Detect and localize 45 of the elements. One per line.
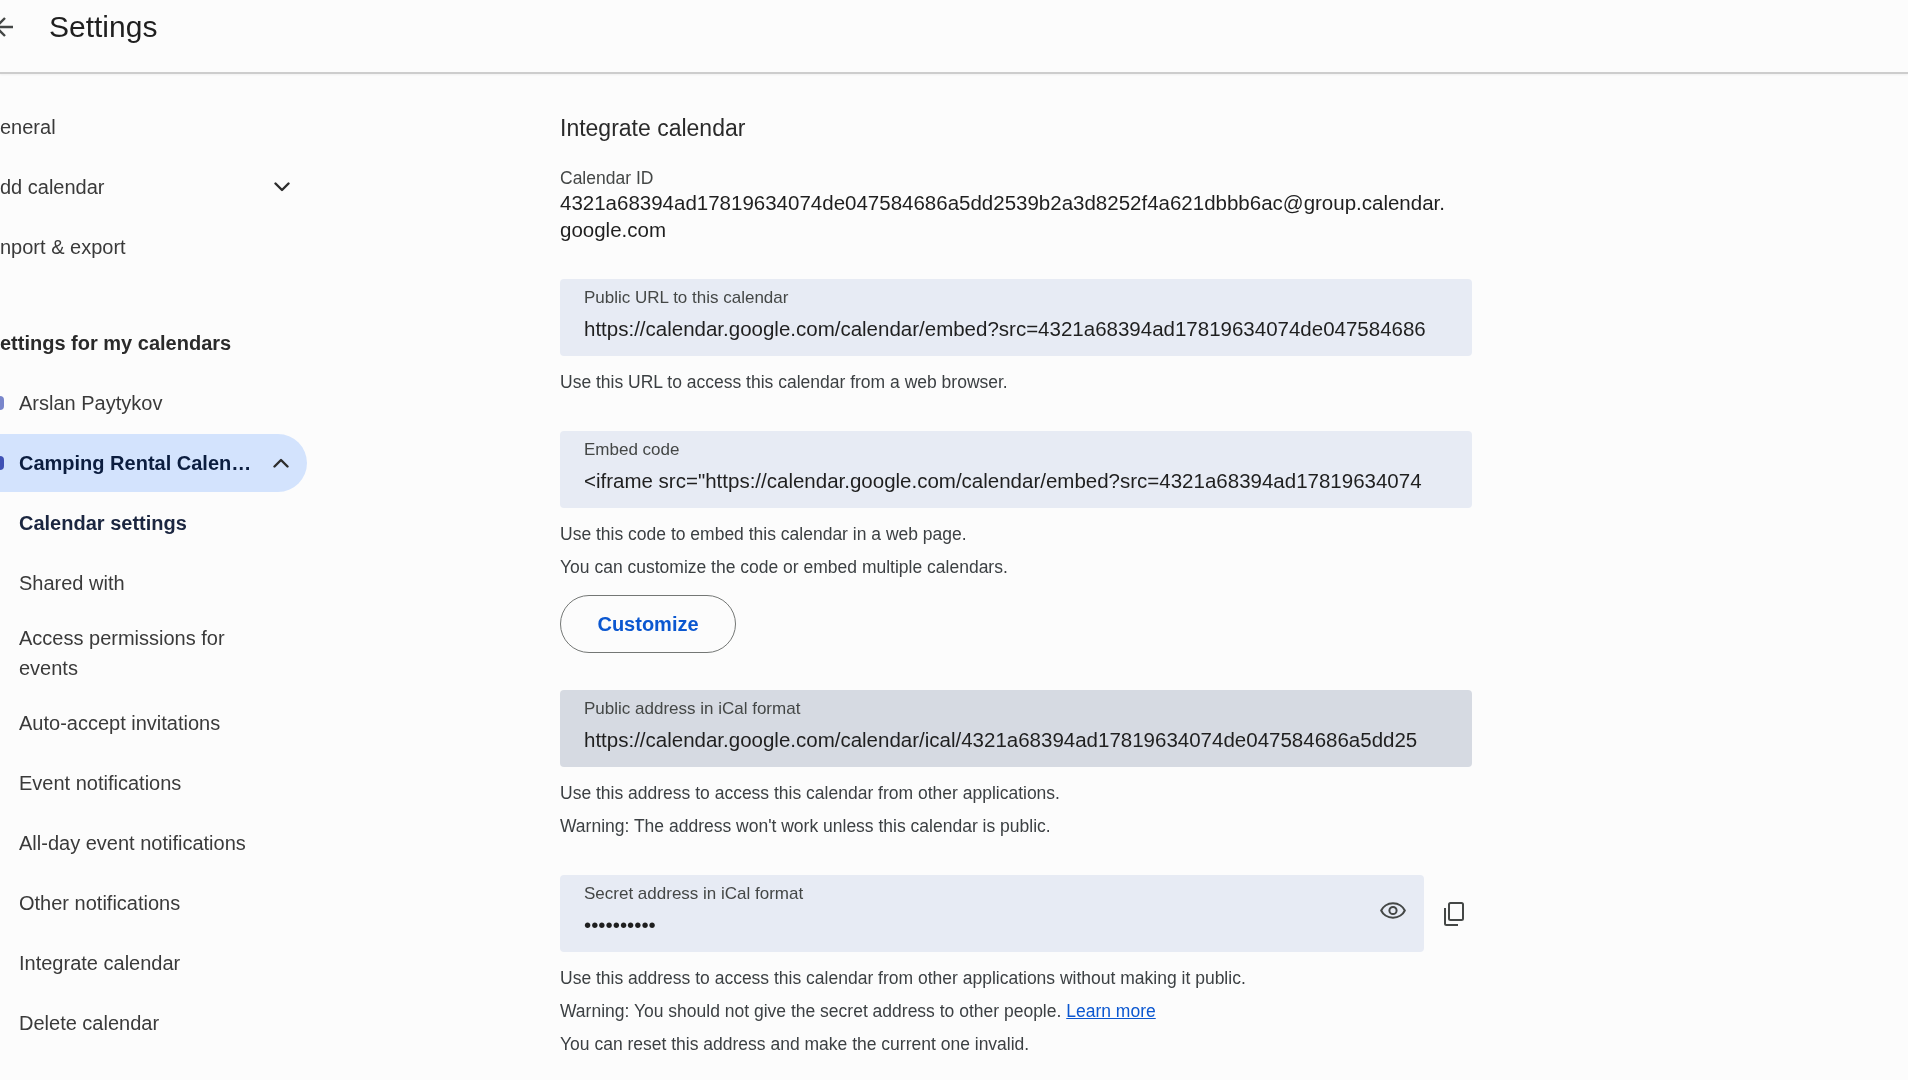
section-title: Integrate calendar — [560, 114, 747, 143]
sidebar-link[interactable]: Calendar settings — [19, 508, 187, 538]
password-field[interactable]: Secret address in iCal format •••••••••• — [560, 875, 1424, 952]
help-text: Use this URL to access this calendar from a web browser. — [560, 371, 1008, 394]
help-text: Warning: You should not give the secret address to other people. Learn more — [560, 1000, 1156, 1023]
sidebar-link[interactable]: Access permissions for events — [19, 623, 269, 683]
field-value: https://calendar.google.com/calendar/embed?src=4321a68394ad17819634074de047584686 — [584, 316, 1426, 342]
chevron-up-icon[interactable] — [273, 458, 289, 468]
sidebar-link[interactable]: Delete calendar — [19, 1008, 160, 1038]
sidebar-link[interactable]: Other notifications — [19, 888, 181, 918]
calendar-item[interactable]: Arslan Paytykov — [0, 374, 163, 432]
help-text: You can customize the code or embed multiple calendars. — [560, 556, 1008, 579]
field-value: https://calendar.google.com/calendar/ical/4321a68394ad17819634074de047584686a5dd25 — [584, 727, 1418, 753]
sidebar-link[interactable]: Event notifications — [19, 768, 182, 798]
text-field[interactable]: Public address in iCal format https://calendar.google.com/calendar/ical/4321a68394ad17819634074de047584686a5dd25 — [560, 690, 1472, 767]
copy-icon[interactable] — [1444, 901, 1464, 926]
help-text: Use this address to access this calendar from other applications without making it public. — [560, 967, 1246, 990]
help-text: You can reset this address and make the current one invalid. — [560, 1033, 1030, 1056]
help-text: Warning: The address won't work unless this calendar is public. — [560, 815, 1051, 838]
sidebar-link[interactable]: Integrate calendar — [19, 948, 181, 978]
page-title: Settings — [49, 9, 158, 45]
field-label: Secret address in iCal format — [584, 883, 804, 905]
eye-icon[interactable] — [1380, 902, 1406, 919]
sidebar-section-title: ettings for my calendars — [0, 331, 232, 356]
learn-more-link[interactable]: Learn more — [1066, 1001, 1156, 1021]
chevron-down-icon[interactable] — [274, 182, 290, 192]
sidebar-link[interactable]: eneral — [0, 112, 56, 142]
calendar-id-label: Calendar ID — [560, 167, 655, 189]
sidebar-dropdown[interactable]: dd calendar — [0, 172, 290, 202]
sidebar-link[interactable]: Shared with — [19, 568, 125, 598]
help-text: Use this code to embed this calendar in a web page. — [560, 523, 967, 546]
sidebar-link[interactable]: nport & export — [0, 232, 126, 262]
sidebar-link[interactable]: Auto-accept invitations — [19, 708, 221, 738]
help-text: Use this address to access this calendar from other applications. — [560, 782, 1060, 805]
field-value: •••••••••• — [584, 912, 656, 938]
text-field[interactable]: Public URL to this calendar https://calendar.google.com/calendar/embed?src=4321a68394ad17819634074de047584686 — [560, 279, 1472, 356]
sidebar-link[interactable]: All-day event notifications — [19, 828, 246, 858]
field-label: Public URL to this calendar — [584, 287, 789, 309]
field-value: <iframe src="https://calendar.google.com/calendar/embed?src=4321a68394ad17819634074 — [584, 468, 1422, 494]
text-field[interactable]: Embed code <iframe src="https://calendar.google.com/calendar/embed?src=4321a68394ad17819634074 — [560, 431, 1472, 508]
calendar-item[interactable]: Camping Rental Calen… — [0, 434, 307, 492]
field-label: Public address in iCal format — [584, 698, 801, 720]
calendar-id-value: 4321a68394ad17819634074de047584686a5dd2539b2a3d8252f4a621dbbb6ac@group.calendar.google.com — [560, 190, 1446, 243]
field-label: Embed code — [584, 439, 680, 461]
back-arrow-icon[interactable] — [0, 16, 13, 38]
